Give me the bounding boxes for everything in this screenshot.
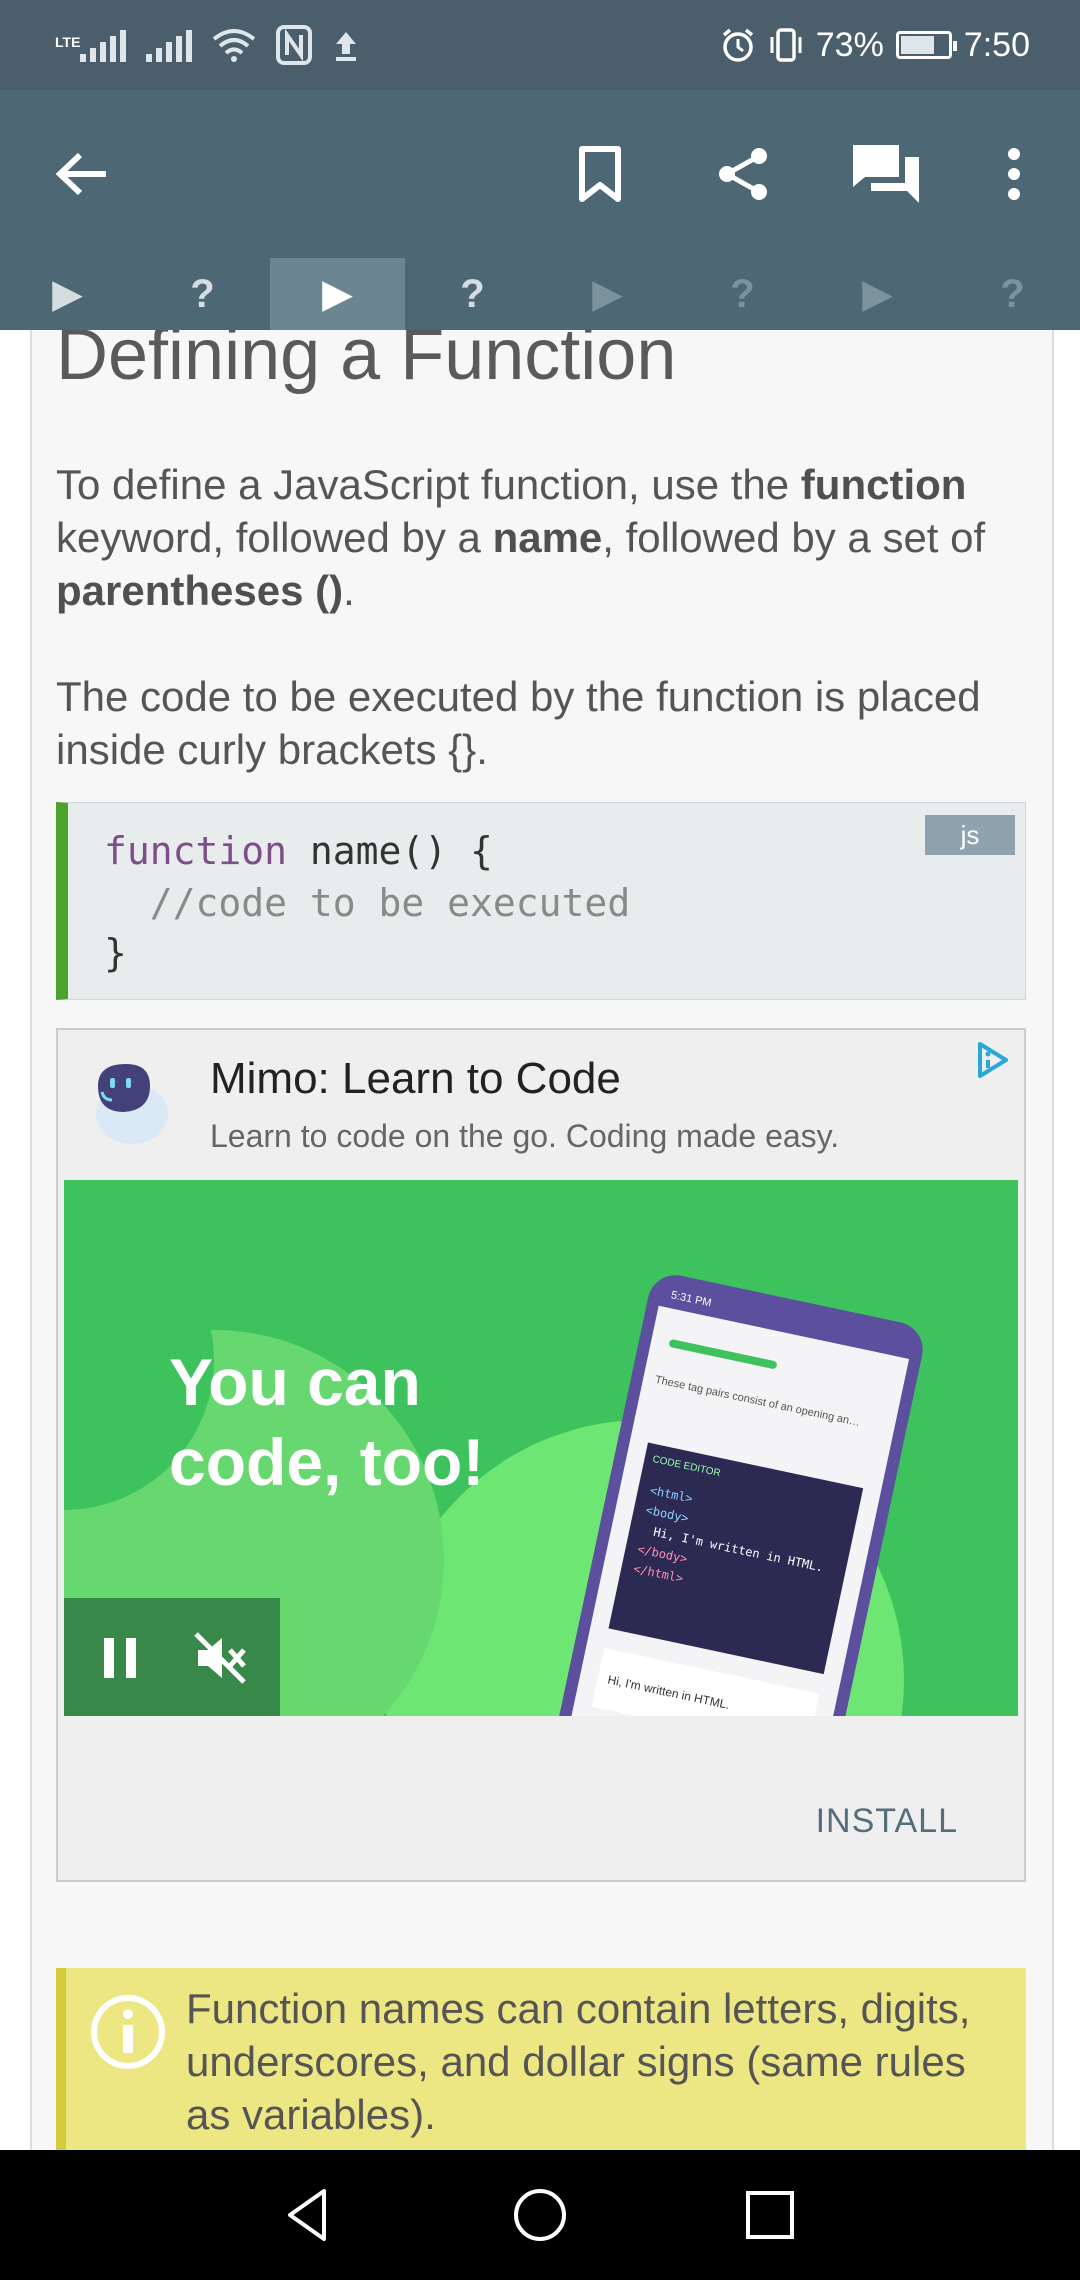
- ad-app-name[interactable]: Mimo: Learn to Code: [210, 1054, 621, 1104]
- keyword-parentheses: parentheses (): [56, 567, 344, 614]
- back-triangle-icon[interactable]: [280, 2185, 340, 2245]
- back-arrow-icon[interactable]: [42, 134, 122, 214]
- wifi-icon: [213, 29, 256, 62]
- system-nav-bar: [0, 2150, 1080, 2280]
- keyword-function: function: [800, 461, 967, 508]
- bookmark-icon[interactable]: [560, 134, 640, 214]
- recents-square-icon[interactable]: [740, 2185, 800, 2245]
- more-vert-icon[interactable]: [974, 134, 1054, 214]
- network-type-label: LTE: [55, 34, 81, 50]
- code-language-badge: js: [925, 815, 1015, 855]
- ad-description: Learn to code on the go. Coding made eas…: [210, 1118, 840, 1154]
- signal-icon: LTE: [55, 28, 127, 62]
- nfc-icon: [276, 25, 313, 65]
- vibrate-icon: [770, 28, 802, 62]
- ad-video[interactable]: You can code, too! 5:31 PM These tag pair…: [64, 1180, 1018, 1716]
- keyword-name: name: [492, 514, 603, 561]
- lesson-content[interactable]: Defining a Function To define a JavaScri…: [30, 330, 1054, 2150]
- comments-icon[interactable]: [846, 134, 926, 214]
- tab-lesson-3[interactable]: ▶: [540, 258, 675, 330]
- app-bar: [0, 90, 1080, 258]
- clock: 7:50: [963, 25, 1030, 64]
- pause-icon[interactable]: [100, 1636, 142, 1680]
- status-right-icons: 73% 7:50: [720, 20, 1030, 70]
- battery-icon: [895, 31, 957, 59]
- tab-quiz-1[interactable]: ?: [135, 258, 270, 330]
- adchoices-icon[interactable]: [972, 1040, 1012, 1080]
- battery-level-fill: [900, 36, 935, 54]
- mute-icon[interactable]: [190, 1628, 250, 1688]
- code-line-1: function name() {: [104, 829, 493, 873]
- lesson-title: Defining a Function: [56, 330, 677, 395]
- mimo-logo-icon: [96, 1064, 168, 1144]
- status-bar: LTE 73% 7:50: [0, 0, 1080, 90]
- tab-lesson-4[interactable]: ▶: [810, 258, 945, 330]
- share-icon[interactable]: [703, 134, 783, 214]
- battery-percent: 73%: [815, 25, 884, 64]
- tab-quiz-3[interactable]: ?: [675, 258, 810, 330]
- info-note: Function names can contain letters, digi…: [56, 1968, 1026, 2150]
- home-circle-icon[interactable]: [510, 2185, 570, 2245]
- signal-icon-2: [146, 28, 193, 62]
- install-button[interactable]: INSTALL: [816, 1802, 958, 1841]
- tab-lesson-1[interactable]: ▶: [0, 258, 135, 330]
- code-line-3: }: [104, 931, 127, 975]
- lesson-steps-tabs: ▶ ? ▶ ? ▶ ? ▶ ?: [0, 258, 1080, 330]
- video-controls: [64, 1598, 280, 1716]
- alarm-icon: [722, 28, 753, 62]
- upload-icon: [336, 32, 357, 61]
- info-note-text: Function names can contain letters, digi…: [186, 1985, 971, 2138]
- tab-lesson-2[interactable]: ▶: [270, 258, 405, 330]
- code-line-2: //code to be executed: [104, 881, 631, 925]
- tab-quiz-4[interactable]: ?: [945, 258, 1080, 330]
- info-icon: [91, 1995, 165, 2069]
- lesson-paragraph-1: To define a JavaScript function, use the…: [56, 461, 986, 614]
- code-block[interactable]: js function name() { //code to be execut…: [56, 802, 1026, 1000]
- ad-card[interactable]: Mimo: Learn to Code Learn to code on the…: [56, 1028, 1026, 1882]
- lesson-paragraph-2: The code to be executed by the function …: [56, 673, 981, 773]
- status-left-icons: LTE: [55, 20, 360, 70]
- tab-quiz-2[interactable]: ?: [405, 258, 540, 330]
